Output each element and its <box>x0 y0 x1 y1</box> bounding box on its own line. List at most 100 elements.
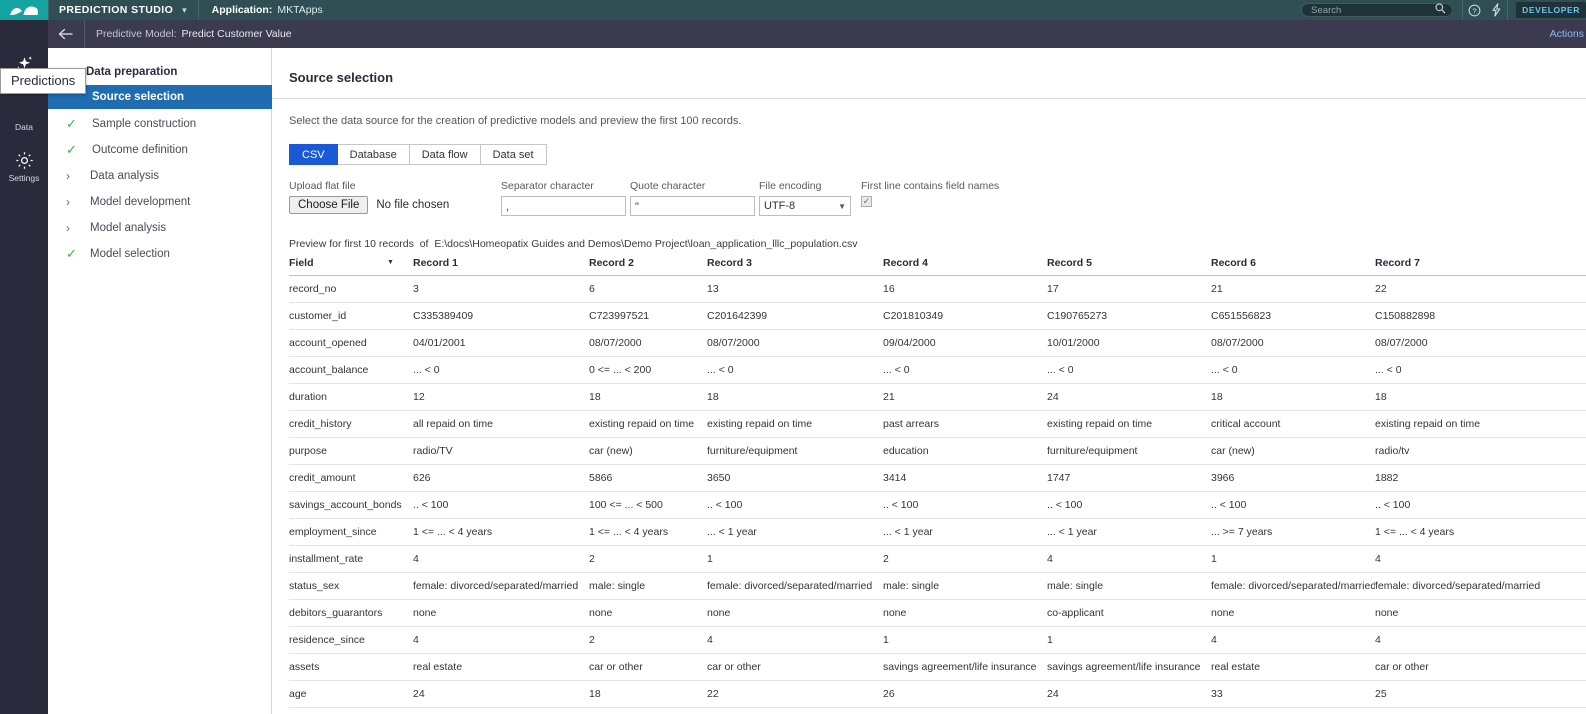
step-outcome-definition[interactable]: ✓ Outcome definition <box>48 138 271 161</box>
arrow-left-icon <box>58 28 73 40</box>
cell-record-7: 18 <box>1375 391 1387 403</box>
cell-record-3: ... < 0 <box>707 364 734 376</box>
upload-flat-file-label: Upload flat file <box>289 180 356 192</box>
cell-field: residence_since <box>289 634 365 646</box>
search-placeholder: Search <box>1311 4 1342 16</box>
preview-of: of <box>419 238 429 250</box>
back-button[interactable] <box>48 20 84 48</box>
step-data-analysis[interactable]: › Data analysis <box>48 164 271 187</box>
csv-options-row: Upload flat file Choose File No file cho… <box>289 180 1559 224</box>
appbar-divider-4 <box>1507 0 1509 20</box>
developer-badge[interactable]: DEVELOPER <box>1516 2 1586 18</box>
column-header-record-7[interactable]: Record 7 <box>1375 257 1586 269</box>
cell-record-4: ... < 1 year <box>883 526 933 538</box>
cell-record-6: 4 <box>1211 634 1217 646</box>
cell-record-6: 1 <box>1211 553 1217 565</box>
rail-item-settings[interactable]: Settings <box>0 138 48 189</box>
preview-prefix: Preview for first 10 records <box>289 238 414 250</box>
cell-record-2: 6 <box>589 283 595 295</box>
chevron-down-icon[interactable]: ▾ <box>182 5 198 15</box>
step-model-analysis[interactable]: › Model analysis <box>48 216 271 239</box>
cell-field: age <box>289 688 307 700</box>
sort-caret-icon[interactable]: ▼ <box>387 259 394 266</box>
cell-record-5: 10/01/2000 <box>1047 337 1100 349</box>
cell-record-3: 4 <box>707 634 713 646</box>
check-icon: ✓ <box>66 116 77 131</box>
separator-character-input[interactable]: , <box>501 196 626 216</box>
cell-record-7: 22 <box>1375 283 1387 295</box>
column-header-record-5[interactable]: Record 5 <box>1047 257 1211 269</box>
cell-record-6: none <box>1211 607 1235 619</box>
cell-record-2: existing repaid on time <box>589 418 695 430</box>
app-logo[interactable] <box>0 0 48 20</box>
cell-record-7: .. < 100 <box>1375 499 1411 511</box>
cell-field: record_no <box>289 283 337 295</box>
step-sample-construction[interactable]: ✓ Sample construction <box>48 112 271 135</box>
first-line-checkbox[interactable]: ✓ <box>861 196 872 207</box>
preview-table: Field ▼ Record 1 Record 2 Record 3 Recor… <box>289 257 1586 714</box>
step-label: Model selection <box>90 247 170 260</box>
cell-record-7: ... < 0 <box>1375 364 1402 376</box>
step-model-selection[interactable]: ✓ Model selection <box>48 242 271 265</box>
step-model-development[interactable]: › Model development <box>48 190 271 213</box>
cell-record-5: ... < 1 year <box>1047 526 1097 538</box>
tab-database[interactable]: Database <box>337 144 410 165</box>
cell-record-4: 09/04/2000 <box>883 337 936 349</box>
rail-item-data[interactable]: Data <box>0 93 48 138</box>
column-header-record-4[interactable]: Record 4 <box>883 257 1047 269</box>
actions-menu-button[interactable]: Actions <box>1550 28 1586 40</box>
cell-field: savings_account_bonds <box>289 499 402 511</box>
cell-record-2: car (new) <box>589 445 633 457</box>
search-input[interactable]: Search <box>1301 3 1454 17</box>
column-header-field[interactable]: Field ▼ <box>289 257 413 269</box>
cell-record-1: 4 <box>413 553 419 565</box>
application-label: Application: <box>211 4 273 16</box>
table-row: credit_amount 626 5866 3650 3414 1747 3966 1882 <box>289 465 1586 492</box>
cell-field: duration <box>289 391 327 403</box>
rail-label-data: Data <box>15 122 33 132</box>
file-encoding-value: UTF-8 <box>764 200 796 212</box>
preview-file-path: E:\docs\Homeopatix Guides and Demos\Demo… <box>434 238 858 250</box>
chevron-down-icon: ▼ <box>838 201 846 211</box>
quote-character-label: Quote character <box>630 180 706 192</box>
chevron-right-icon: › <box>66 220 70 235</box>
cell-field: purpose <box>289 445 327 457</box>
cell-record-2: 08/07/2000 <box>589 337 642 349</box>
cell-record-3: 22 <box>707 688 719 700</box>
tab-data-set[interactable]: Data set <box>480 144 547 165</box>
cell-record-5: .. < 100 <box>1047 499 1083 511</box>
column-header-record-1[interactable]: Record 1 <box>413 257 589 269</box>
cell-record-3: furniture/equipment <box>707 445 798 457</box>
cell-record-2: car or other <box>589 661 643 673</box>
choose-file-button[interactable]: Choose File <box>289 196 369 214</box>
cell-record-1: 1 <= ... < 4 years <box>413 526 493 538</box>
column-label: Field <box>289 257 314 269</box>
column-header-record-2[interactable]: Record 2 <box>589 257 707 269</box>
cell-record-5: C190765273 <box>1047 310 1108 322</box>
cell-record-7: car or other <box>1375 661 1429 673</box>
separator-character-label: Separator character <box>501 180 594 192</box>
column-header-record-3[interactable]: Record 3 <box>707 257 883 269</box>
column-header-record-6[interactable]: Record 6 <box>1211 257 1375 269</box>
cell-record-4: 1 <box>883 634 889 646</box>
cell-record-3: female: divorced/separated/married <box>707 580 873 592</box>
help-circle-icon[interactable]: ? <box>1463 0 1485 20</box>
table-header-row: Field ▼ Record 1 Record 2 Record 3 Recor… <box>289 257 1586 276</box>
lightning-bolt-icon[interactable] <box>1485 0 1507 20</box>
file-encoding-select[interactable]: UTF-8 ▼ <box>759 196 851 216</box>
cell-record-4: 2 <box>883 553 889 565</box>
quote-character-input[interactable]: " <box>630 196 755 216</box>
cell-record-4: savings agreement/life insurance <box>883 661 1037 673</box>
cell-record-2: 18 <box>589 391 601 403</box>
cell-record-1: all repaid on time <box>413 418 493 430</box>
cell-record-7: C150882898 <box>1375 310 1436 322</box>
cell-record-1: none <box>413 607 437 619</box>
cell-record-3: 18 <box>707 391 719 403</box>
step-label: Outcome definition <box>92 143 188 156</box>
tab-csv[interactable]: CSV <box>289 144 338 165</box>
cell-record-6: real estate <box>1211 661 1261 673</box>
cell-record-4: .. < 100 <box>883 499 919 511</box>
tab-data-flow[interactable]: Data flow <box>409 144 481 165</box>
cell-record-4: 21 <box>883 391 895 403</box>
cell-record-2: 0 <= ... < 200 <box>589 364 652 376</box>
